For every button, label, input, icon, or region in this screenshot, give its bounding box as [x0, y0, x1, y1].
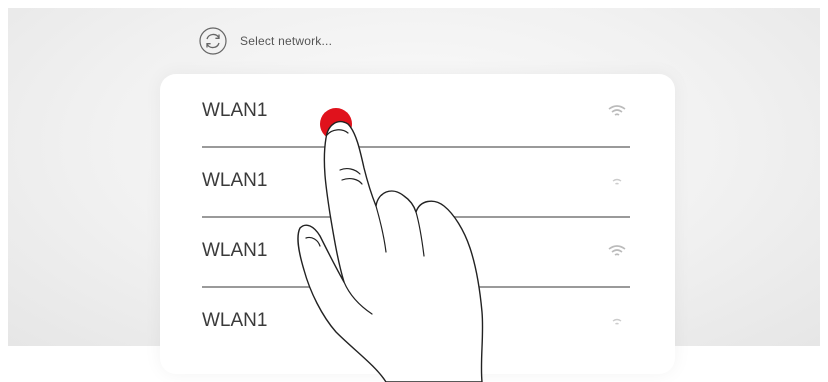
stage: Select network... WLAN1 WLAN1 WLAN1 WLAN…	[0, 0, 828, 382]
network-list: WLAN1 WLAN1 WLAN1 WLAN1	[160, 74, 675, 374]
select-network-label: Select network...	[240, 34, 333, 48]
network-item-1[interactable]: WLAN1	[202, 78, 630, 148]
wifi-weak-icon	[612, 318, 622, 325]
network-name: WLAN1	[202, 240, 268, 261]
network-name: WLAN1	[202, 310, 268, 331]
wifi-weak-icon	[612, 178, 622, 185]
refresh-icon[interactable]	[198, 26, 228, 56]
network-header: Select network...	[198, 26, 332, 56]
network-item-2[interactable]: WLAN1	[202, 148, 630, 218]
network-item-3[interactable]: WLAN1	[202, 218, 630, 288]
wifi-strong-icon	[608, 245, 626, 256]
network-name: WLAN1	[202, 100, 268, 121]
network-item-4[interactable]: WLAN1	[202, 288, 630, 358]
network-name: WLAN1	[202, 170, 268, 191]
wifi-strong-icon	[608, 105, 626, 116]
